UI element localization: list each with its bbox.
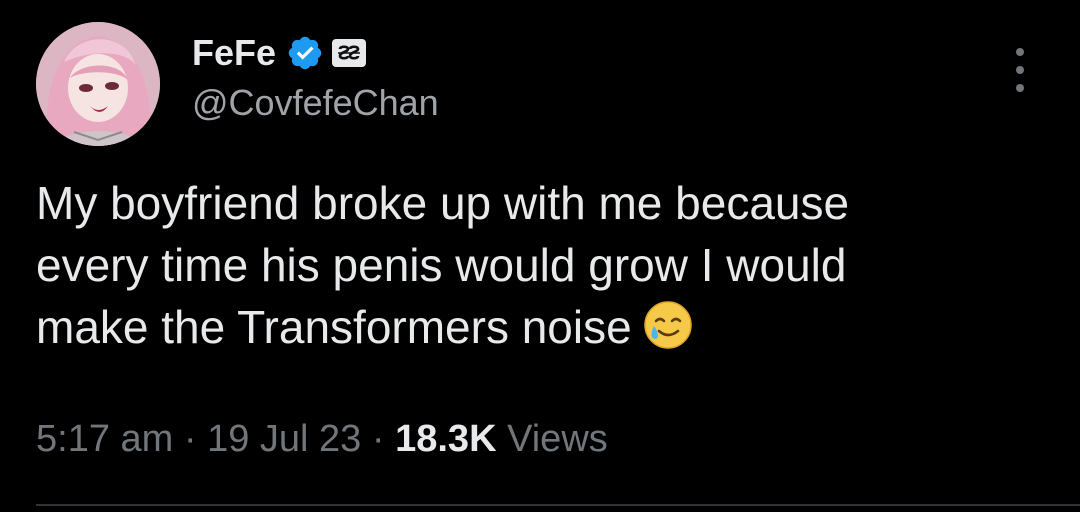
tweet-header: FeFe @CovfefeChan [192,28,952,128]
smiling-face-with-tear-icon [642,299,694,351]
views-count[interactable]: 18.3K [395,418,496,460]
tweet-time[interactable]: 5:17 am [36,418,173,460]
tweet-text-line: make the Transformers noise [36,296,1046,358]
tweet-text-line: every time his penis would grow I would [36,239,847,291]
meta-separator: · [371,418,385,460]
subscriber-badge-icon[interactable] [332,39,367,67]
views-label: Views [507,418,608,460]
tweet-text-line: My boyfriend broke up with me because [36,177,850,229]
name-row: FeFe [192,28,952,78]
user-handle[interactable]: @CovfefeChan [192,82,952,124]
tweet-meta: 5:17 am · 19 Jul 23 · 18.3K Views [36,418,608,461]
display-name[interactable]: FeFe [192,32,276,74]
avatar-illustration [36,22,160,146]
more-dot [1016,66,1024,74]
more-options-icon[interactable] [1008,48,1032,92]
more-dot [1016,48,1024,56]
meta-separator: · [183,418,197,460]
verified-check-icon[interactable] [286,34,324,72]
tweet-date[interactable]: 19 Jul 23 [207,418,361,460]
tweet-card: FeFe @CovfefeChan My boyfriend broke up [0,0,1080,512]
more-dot [1016,84,1024,92]
tweet-text-line-content: make the Transformers noise [36,301,632,353]
tweet-text: My boyfriend broke up with me because ev… [36,172,1046,358]
avatar[interactable] [36,22,160,146]
divider [36,504,1080,506]
